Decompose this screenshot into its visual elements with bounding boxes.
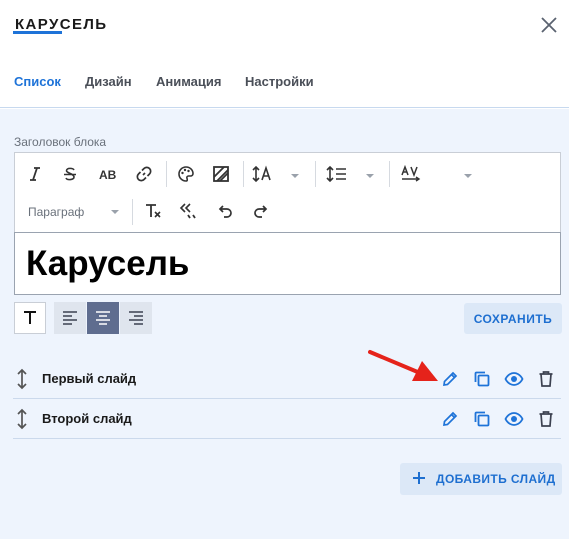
close-icon[interactable] — [537, 13, 561, 37]
tab-design[interactable]: Дизайн — [85, 74, 132, 89]
delete-icon[interactable] — [535, 368, 557, 390]
clear-format-icon[interactable] — [142, 200, 164, 222]
slide-row: Второй слайд — [13, 399, 561, 439]
slide-name: Первый слайд — [42, 371, 137, 386]
drag-handle-icon[interactable] — [15, 368, 29, 390]
letter-spacing-icon[interactable] — [399, 163, 423, 185]
slide-row: Первый слайд — [13, 359, 561, 399]
rich-text-toolbar: AB Параграф — [14, 152, 561, 232]
block-title-text: Карусель — [26, 244, 190, 283]
background-fill-icon[interactable] — [210, 163, 232, 185]
block-title-editor[interactable]: Карусель — [14, 232, 561, 295]
active-tab-indicator — [13, 31, 62, 34]
paragraph-select[interactable]: Параграф — [28, 205, 84, 219]
toolbar-divider — [315, 161, 316, 187]
redo-icon[interactable] — [250, 200, 272, 222]
tab-list[interactable]: Список — [14, 74, 61, 89]
duplicate-icon[interactable] — [471, 368, 493, 390]
add-slide-label: ДОБАВИТЬ СЛАЙД — [436, 472, 556, 486]
undo-icon[interactable] — [214, 200, 236, 222]
row-divider — [13, 438, 561, 439]
line-height-caret[interactable] — [366, 174, 374, 178]
quote-icon[interactable] — [177, 200, 199, 222]
link-icon[interactable] — [133, 163, 155, 185]
tab-animation[interactable]: Анимация — [156, 74, 221, 89]
toolbar-divider — [389, 161, 390, 187]
font-size-icon[interactable] — [251, 163, 275, 185]
align-right-button[interactable] — [120, 302, 152, 334]
block-title-label: Заголовок блока — [14, 135, 107, 149]
paragraph-caret[interactable] — [111, 210, 119, 214]
duplicate-icon[interactable] — [471, 408, 493, 430]
letter-spacing-caret[interactable] — [464, 174, 472, 178]
visibility-icon[interactable] — [503, 408, 525, 430]
align-center-icon — [96, 311, 110, 325]
tab-settings[interactable]: Настройки — [245, 74, 314, 89]
add-slide-button[interactable]: ДОБАВИТЬ СЛАЙД — [400, 463, 562, 495]
edit-icon[interactable] — [439, 408, 461, 430]
palette-icon[interactable] — [175, 163, 197, 185]
align-center-button[interactable] — [87, 302, 119, 334]
font-size-caret[interactable] — [291, 174, 299, 178]
annotation-arrow-icon — [368, 349, 440, 390]
text-style-button[interactable] — [14, 302, 46, 334]
text-style-icon — [24, 311, 36, 324]
delete-icon[interactable] — [535, 408, 557, 430]
drag-handle-icon[interactable] — [15, 408, 29, 430]
save-button[interactable]: СОХРАНИТЬ — [464, 303, 562, 334]
slide-name: Второй слайд — [42, 411, 132, 426]
toolbar-divider — [243, 161, 244, 187]
align-left-icon — [63, 311, 77, 325]
italic-icon[interactable] — [24, 163, 46, 185]
dialog-header: КАРУСЕЛЬ Список Дизайн Анимация Настройк… — [0, 0, 569, 108]
edit-icon[interactable] — [439, 368, 461, 390]
line-height-icon[interactable] — [325, 163, 349, 185]
align-right-icon — [129, 311, 143, 325]
align-left-button[interactable] — [54, 302, 86, 334]
toolbar-divider — [132, 199, 133, 225]
plus-icon — [412, 471, 426, 490]
visibility-icon[interactable] — [503, 368, 525, 390]
toolbar-divider — [166, 161, 167, 187]
case-toggle[interactable]: AB — [99, 168, 116, 182]
strikethrough-icon[interactable] — [59, 163, 81, 185]
